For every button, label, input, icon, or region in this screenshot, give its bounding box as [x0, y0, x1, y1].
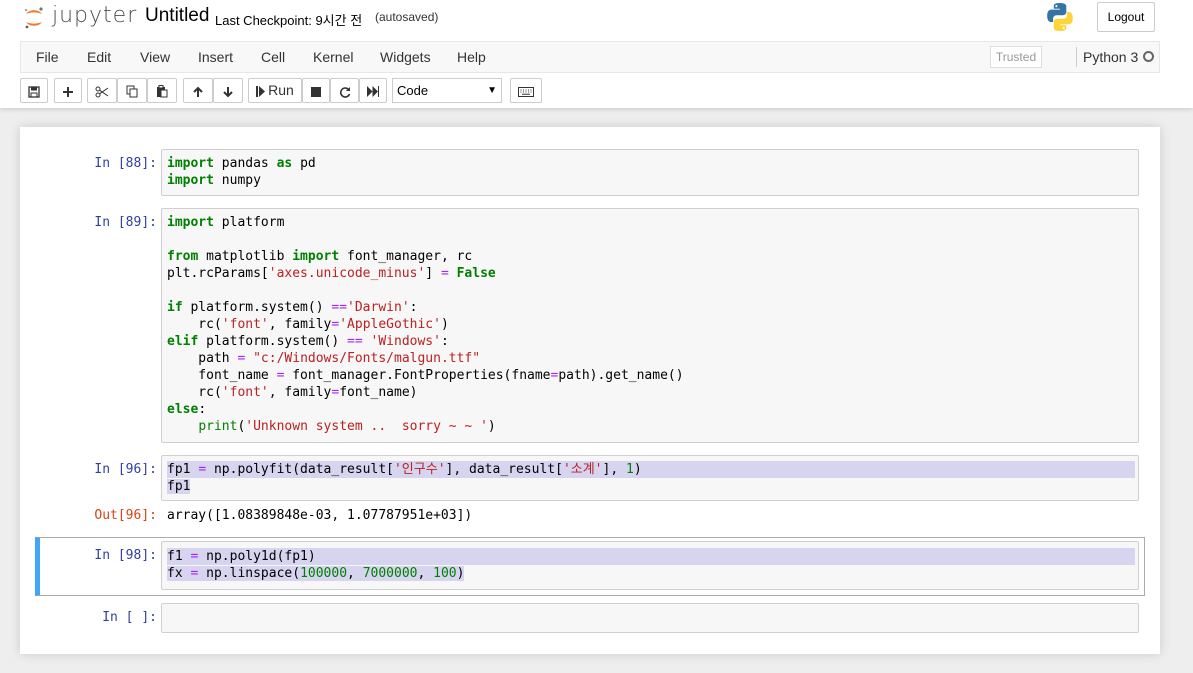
- code-editor[interactable]: import platform from matplotlib import f…: [161, 208, 1139, 443]
- restart-button[interactable]: [330, 78, 359, 103]
- jupyter-logo[interactable]: jupyter: [22, 3, 136, 30]
- input-prompt: In [89]:: [94, 215, 157, 230]
- kernel-name[interactable]: Python 3: [1083, 49, 1138, 65]
- menubar: File Edit View Insert Cell Kernel Widget…: [20, 41, 1160, 73]
- notebook-title[interactable]: Untitled: [145, 5, 209, 27]
- checkpoint-status: Last Checkpoint: 9시간 전: [215, 13, 363, 28]
- toolbar: Run Code ▼: [0, 76, 1193, 106]
- python-logo-icon: [1047, 3, 1073, 31]
- code-editor[interactable]: import pandas as pd import numpy: [161, 149, 1139, 196]
- run-label: Run: [268, 82, 294, 98]
- kernel-idle-icon: [1143, 51, 1154, 62]
- paste-button[interactable]: [147, 78, 177, 103]
- step-icon: [256, 86, 266, 98]
- menu-insert[interactable]: Insert: [198, 49, 233, 65]
- keyboard-icon: [518, 86, 534, 97]
- cut-button[interactable]: [87, 78, 117, 103]
- code-editor[interactable]: [161, 603, 1139, 633]
- input-prompt: In [98]:: [94, 548, 157, 563]
- code-cell[interactable]: In [89]: import platform from matplotlib…: [35, 206, 1145, 444]
- code-text: import pandas as pd import numpy: [167, 156, 316, 188]
- interrupt-button[interactable]: [302, 78, 330, 103]
- code-editor[interactable]: f1 = np.poly1d(fp1) fx = np.linspace(1000…: [161, 541, 1139, 590]
- jupyter-logo-icon: [24, 7, 43, 29]
- header-top: jupyter Untitled Last Checkpoint: 9시간 전 …: [0, 0, 1193, 40]
- save-icon: [28, 85, 40, 98]
- code-text: import platform from matplotlib import f…: [167, 215, 684, 434]
- menu-kernel[interactable]: Kernel: [313, 49, 353, 65]
- paste-icon: [157, 85, 168, 98]
- plus-icon: [63, 86, 73, 97]
- input-prompt: In [96]:: [94, 462, 157, 477]
- arrow-down-icon: [223, 86, 233, 97]
- menu-view[interactable]: View: [140, 49, 170, 65]
- restart-run-all-button[interactable]: [359, 78, 387, 103]
- menu-help[interactable]: Help: [457, 49, 486, 65]
- menu-cell[interactable]: Cell: [261, 49, 285, 65]
- save-button[interactable]: [20, 78, 48, 103]
- autosave-status: (autosaved): [375, 10, 439, 24]
- move-up-button[interactable]: [183, 78, 213, 103]
- move-down-button[interactable]: [213, 78, 243, 103]
- logo-text: jupyter: [52, 3, 138, 28]
- input-prompt: In [ ]:: [102, 610, 157, 625]
- menu-file[interactable]: File: [36, 49, 59, 65]
- fast-forward-icon: [367, 86, 379, 98]
- trusted-indicator[interactable]: Trusted: [990, 46, 1042, 68]
- input-prompt: In [88]:: [94, 156, 157, 171]
- insert-cell-button[interactable]: [54, 78, 82, 103]
- chevron-down-icon: ▼: [487, 85, 497, 96]
- menu-edit[interactable]: Edit: [87, 49, 111, 65]
- restart-icon: [339, 86, 350, 98]
- output-prompt: Out[96]:: [94, 508, 157, 523]
- kernel-divider: [1076, 47, 1077, 67]
- code-cell[interactable]: In [96]: fp1 = np.polyfit(data_result['인…: [35, 453, 1145, 531]
- scissors-icon: [95, 86, 109, 98]
- header: jupyter Untitled Last Checkpoint: 9시간 전 …: [0, 0, 1193, 108]
- menu-widgets[interactable]: Widgets: [380, 49, 431, 65]
- stop-icon: [311, 86, 321, 97]
- cell-output: array([1.08389848e-03, 1.07787951e+03]): [167, 508, 473, 523]
- cell-type-select[interactable]: Code ▼: [392, 78, 502, 103]
- notebook-container: In [88]: import pandas as pd import nump…: [20, 127, 1160, 654]
- copy-icon: [126, 85, 138, 98]
- copy-button[interactable]: [117, 78, 147, 103]
- command-palette-button[interactable]: [510, 78, 542, 103]
- code-cell[interactable]: In [88]: import pandas as pd import nump…: [35, 147, 1145, 197]
- run-button[interactable]: Run: [248, 78, 302, 103]
- logout-button[interactable]: Logout: [1097, 2, 1155, 32]
- code-editor[interactable]: fp1 = np.polyfit(data_result['인구수'], dat…: [161, 455, 1139, 501]
- code-cell-selected[interactable]: In [98]: f1 = np.poly1d(fp1) fx = np.lins…: [35, 537, 1145, 596]
- code-text: fp1 = np.polyfit(data_result['인구수'], dat…: [167, 461, 1135, 495]
- code-text: f1 = np.poly1d(fp1) fx = np.linspace(1000…: [167, 548, 1135, 582]
- arrow-up-icon: [193, 86, 203, 97]
- cell-type-value: Code: [397, 83, 429, 98]
- code-cell[interactable]: In [ ]:: [35, 601, 1145, 635]
